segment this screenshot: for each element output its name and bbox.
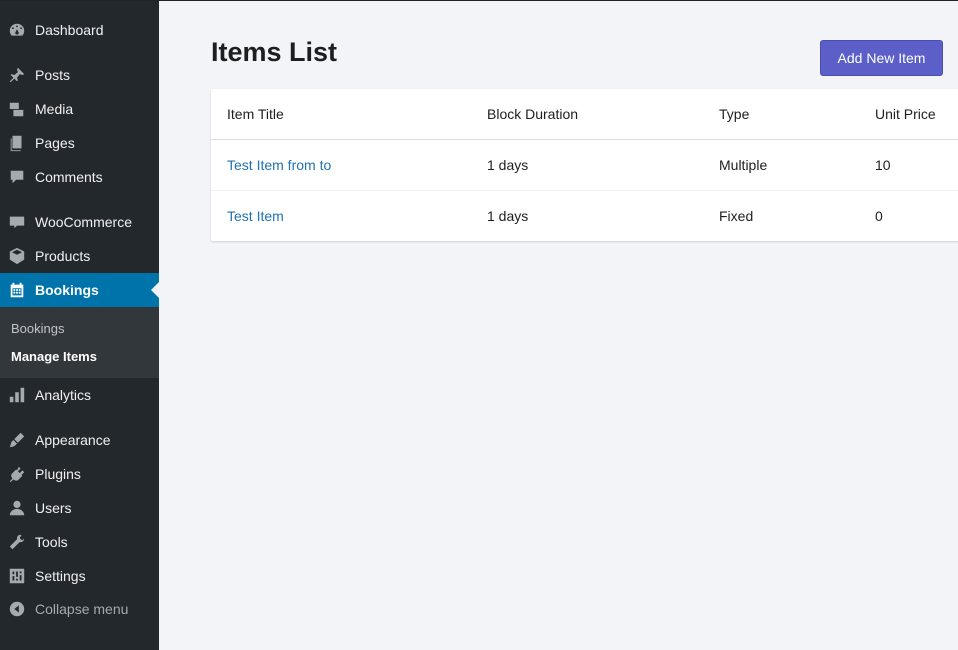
menu-label: Media [35, 101, 74, 117]
user-icon [7, 498, 27, 518]
column-header-block-duration: Block Duration [471, 89, 703, 140]
menu-label: WooCommerce [35, 214, 132, 230]
menu-item-appearance[interactable]: Appearance [0, 423, 159, 457]
block-duration-cell: 1 days [471, 189, 703, 241]
menu-label: Settings [35, 568, 86, 584]
menu-item-pages[interactable]: Pages [0, 126, 159, 160]
column-header-unit-price: Unit Price [859, 89, 958, 140]
item-title-cell: Test Item from to [211, 139, 471, 190]
table-row: Test Item 1 days Fixed 0 [211, 189, 958, 241]
menu-item-products[interactable]: Products [0, 239, 159, 273]
bookings-submenu: Bookings Manage Items [0, 307, 159, 378]
woo-icon [7, 212, 27, 232]
menu-label: Plugins [35, 466, 81, 482]
item-title-link[interactable]: Test Item from to [227, 157, 331, 173]
menu-label: Comments [35, 169, 103, 185]
comment-icon [7, 167, 27, 187]
calendar-icon [7, 280, 27, 300]
paintbrush-icon [7, 430, 27, 450]
item-title-cell: Test Item [211, 189, 471, 241]
menu-item-woocommerce[interactable]: WooCommerce [0, 205, 159, 239]
collapse-icon [7, 599, 27, 619]
column-header-item-title: Item Title [211, 89, 471, 140]
menu-label: Tools [35, 534, 68, 550]
menu-item-posts[interactable]: Posts [0, 58, 159, 92]
media-icon [7, 99, 27, 119]
add-new-item-button[interactable]: Add New Item [820, 40, 943, 76]
unit-price-cell: 0 [859, 189, 958, 241]
menu-item-analytics[interactable]: Analytics [0, 378, 159, 412]
menu-item-media[interactable]: Media [0, 92, 159, 126]
items-table: Item Title Block Duration Type Unit Pric… [211, 89, 958, 241]
unit-price-cell: 10 [875, 156, 891, 173]
main-content: Items List Add New Item Item Title Block… [159, 0, 958, 650]
menu-label: Products [35, 248, 91, 264]
type-cell: Multiple [719, 156, 768, 173]
pin-icon [7, 65, 27, 85]
admin-sidebar: Dashboard Posts Media Pages Comments Woo… [0, 0, 159, 650]
items-table-card: Item Title Block Duration Type Unit Pric… [211, 89, 958, 241]
menu-label: Users [35, 500, 72, 516]
page-title: Items List [211, 37, 338, 67]
item-title-link[interactable]: Test Item [227, 208, 284, 224]
type-cell: Fixed [703, 189, 859, 241]
settings-icon [7, 566, 27, 586]
menu-label: Pages [35, 135, 75, 151]
table-row: Test Item from to 1 days Multiple 10 [211, 139, 958, 190]
menu-label: Posts [35, 67, 71, 83]
collapse-menu-button[interactable]: Collapse menu [0, 592, 159, 626]
pages-icon [7, 133, 27, 153]
table-header-row: Item Title Block Duration Type Unit Pric… [211, 89, 958, 140]
menu-item-plugins[interactable]: Plugins [0, 457, 159, 491]
dashboard-icon [7, 20, 27, 40]
submenu-item-bookings[interactable]: Bookings [11, 321, 64, 336]
box-icon [7, 246, 27, 266]
block-duration-cell: 1 days [487, 156, 529, 173]
bar-chart-icon [7, 385, 27, 405]
menu-item-tools[interactable]: Tools [0, 525, 159, 559]
menu-label: Bookings [35, 282, 99, 298]
plug-icon [7, 464, 27, 484]
menu-label: Dashboard [35, 22, 104, 38]
top-border [0, 0, 958, 1]
submenu-item-manage-items[interactable]: Manage Items [11, 349, 97, 364]
menu-item-bookings[interactable]: Bookings [0, 273, 159, 307]
menu-item-comments[interactable]: Comments [0, 160, 159, 194]
menu-label: Analytics [35, 387, 92, 403]
column-header-type: Type [703, 89, 859, 140]
wrench-icon [7, 532, 27, 552]
menu-item-settings[interactable]: Settings [0, 559, 159, 593]
menu-item-dashboard[interactable]: Dashboard [0, 13, 159, 47]
menu-item-users[interactable]: Users [0, 491, 159, 525]
menu-label: Appearance [35, 432, 111, 448]
menu-label: Collapse menu [35, 601, 129, 617]
